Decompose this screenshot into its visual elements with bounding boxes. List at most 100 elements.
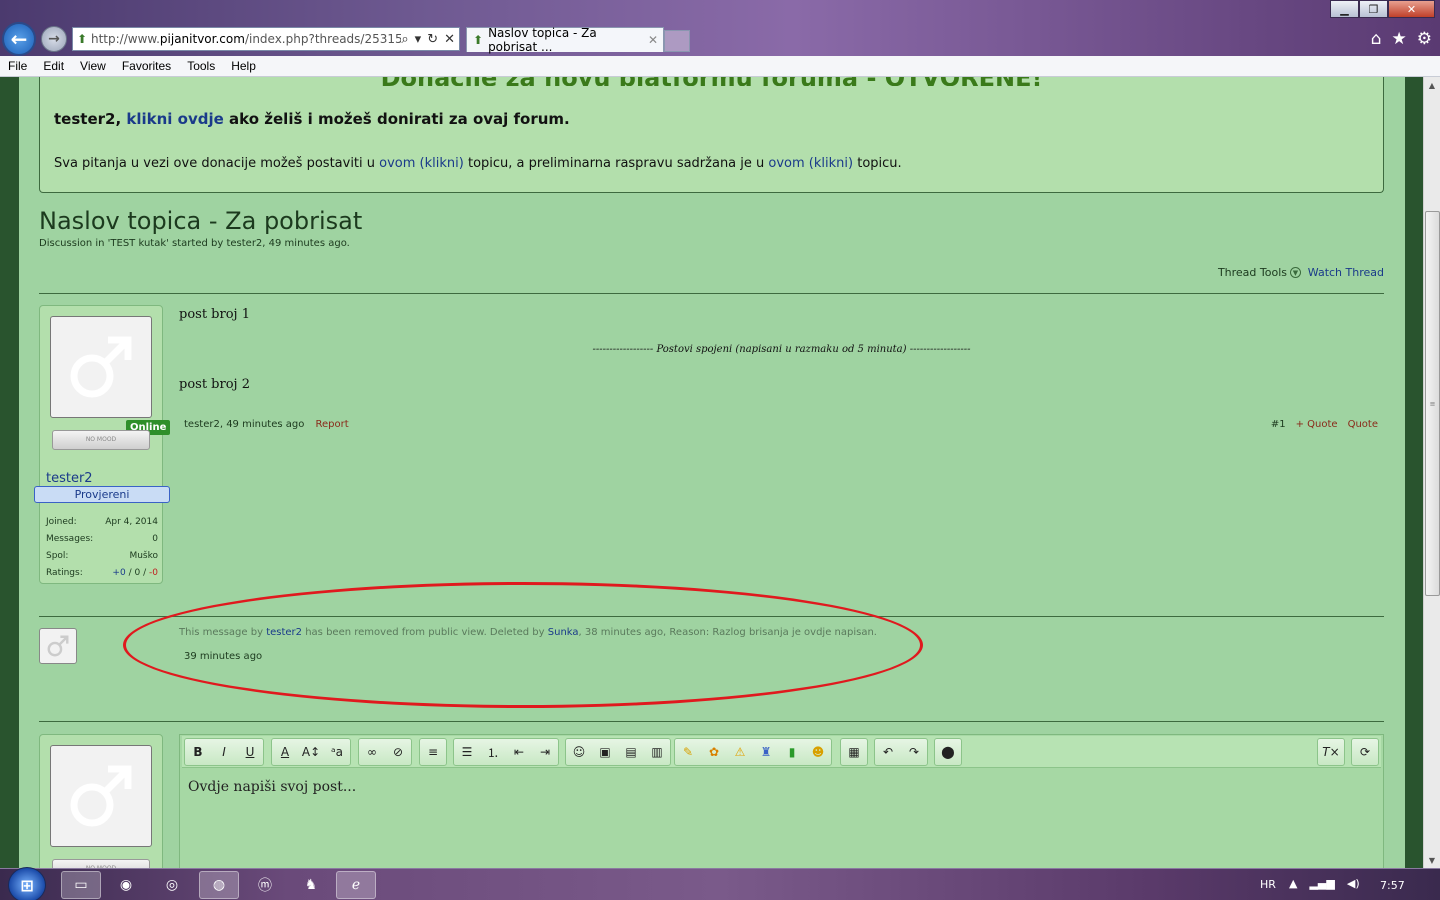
new-tab-button[interactable]	[664, 30, 690, 52]
post-text-2: post broj 2	[179, 377, 250, 392]
start-button[interactable]: ⊞	[8, 867, 46, 900]
menu-tools[interactable]: Tools	[179, 59, 223, 73]
link-icon[interactable]: ∞	[359, 739, 385, 765]
italic-icon[interactable]: I	[211, 739, 237, 765]
discussion-topic-link[interactable]: ovom (klikni)	[768, 156, 853, 171]
search-icon[interactable]: ⌕	[401, 32, 408, 47]
font-size-icon[interactable]: A↕	[298, 739, 324, 765]
address-bar[interactable]: ⬆ http://www.pijanitvor.com/index.php?th…	[72, 27, 460, 51]
page-viewport: Donacije za novu platformu foruma - OTVO…	[0, 77, 1423, 868]
deleted-post-author-link[interactable]: tester2	[266, 627, 302, 638]
editor-placeholder[interactable]: Ovdje napiši svoj post...	[188, 779, 356, 795]
unlink-icon[interactable]: ⊘	[385, 739, 411, 765]
stat-joined: Joined: Apr 4, 2014	[46, 517, 158, 527]
menu-view[interactable]: View	[72, 59, 114, 73]
undo-icon[interactable]: ↶	[875, 739, 901, 765]
menu-help[interactable]: Help	[223, 59, 264, 73]
text-color-icon[interactable]: A	[272, 739, 298, 765]
watch-thread-link[interactable]: Watch Thread	[1308, 266, 1384, 279]
reply-editor[interactable]: B I U A A↕ ᵃa ∞ ⊘ ≡ ☰ ⒈ ⇤ ⇥ ☺ ▣ ▤ ▥ ✎ ✿ …	[179, 734, 1384, 868]
refresh-icon[interactable]: ↻	[427, 32, 438, 47]
firefox-icon[interactable]: ◍	[199, 871, 239, 899]
language-indicator[interactable]: HR	[1260, 878, 1276, 891]
trophy-icon[interactable]: ♜	[753, 739, 779, 765]
stat-spol: Spol: Muško	[46, 551, 158, 561]
app-shield-icon[interactable]: ♞	[291, 871, 331, 899]
donate-link[interactable]: klikni ovdje	[126, 110, 223, 128]
redo-icon[interactable]: ↷	[901, 739, 927, 765]
toggle-bbcode-icon[interactable]: ⟳	[1352, 739, 1378, 765]
username-link[interactable]: tester2	[46, 471, 93, 486]
dropdown-chevron-icon[interactable]: ▾	[415, 32, 422, 47]
post-time[interactable]: tester2, 49 minutes ago	[184, 419, 304, 430]
window-titlebar: ▁ ❐ ✕ ← → ⬆ http://www.pijanitvor.com/in…	[0, 0, 1440, 56]
forward-button[interactable]: →	[41, 26, 67, 52]
remove-format-icon[interactable]: T×	[1318, 739, 1344, 765]
close-tab-icon[interactable]: ✕	[648, 33, 658, 47]
spoiler-icon[interactable]: ✎	[675, 739, 701, 765]
menu-file[interactable]: File	[0, 59, 35, 73]
deleted-post-avatar[interactable]	[39, 628, 77, 664]
messenger-icon[interactable]: ⓜ	[245, 871, 285, 899]
quote-link[interactable]: Quote	[1348, 419, 1378, 430]
network-signal-icon[interactable]: ▂▄▆	[1309, 877, 1334, 890]
deleted-post-time[interactable]: 39 minutes ago	[184, 651, 262, 662]
window-controls: ▁ ❐ ✕	[1330, 0, 1435, 18]
questions-topic-link[interactable]: ovom (klikni)	[379, 156, 464, 171]
media-icon[interactable]: ▤	[618, 739, 644, 765]
indent-icon[interactable]: ⇥	[532, 739, 558, 765]
tab-active[interactable]: ⬆ Naslov topica - Za pobrisat ... ✕	[466, 26, 664, 54]
favorites-star-icon[interactable]: ★	[1392, 29, 1407, 49]
tab-title: Naslov topica - Za pobrisat ...	[488, 26, 597, 54]
underline-icon[interactable]: U	[237, 739, 263, 765]
internet-explorer-icon[interactable]: ℯ	[336, 871, 376, 899]
chat-bubble-icon[interactable]: ▮	[779, 739, 805, 765]
save-draft-icon[interactable]: ▦	[841, 739, 867, 765]
close-window-button[interactable]: ✕	[1388, 0, 1435, 18]
chevron-down-icon: ▼	[1290, 267, 1301, 278]
quote-block-icon[interactable]: ▥	[644, 739, 670, 765]
file-explorer-icon[interactable]: ▭	[61, 871, 101, 899]
warning-icon[interactable]: ⚠	[727, 739, 753, 765]
smiley-icon[interactable]: ☺	[566, 739, 592, 765]
chrome-icon[interactable]: ◎	[152, 871, 192, 899]
numbered-list-icon[interactable]: ⒈	[480, 739, 506, 765]
donation-notice: Donacije za novu platformu foruma - OTVO…	[39, 77, 1384, 193]
stop-icon[interactable]: ✕	[444, 32, 455, 47]
menu-favorites[interactable]: Favorites	[114, 59, 179, 73]
home-icon[interactable]: ⌂	[1371, 29, 1382, 49]
scroll-down-icon[interactable]: ▼	[1424, 852, 1440, 868]
post-number-link[interactable]: #1	[1271, 419, 1286, 430]
avatar[interactable]	[50, 316, 152, 418]
map-pin-icon[interactable]: ⬤	[935, 739, 961, 765]
menu-bar: File Edit View Favorites Tools Help	[0, 56, 1440, 77]
vertical-scrollbar[interactable]: ▲ ≡ ▼	[1423, 77, 1440, 868]
puzzle-icon[interactable]: ✿	[701, 739, 727, 765]
menu-edit[interactable]: Edit	[35, 59, 72, 73]
multiquote-link[interactable]: + Quote	[1296, 419, 1338, 430]
scroll-up-icon[interactable]: ▲	[1424, 77, 1440, 93]
font-family-icon[interactable]: ᵃa	[324, 739, 350, 765]
settings-gear-icon[interactable]: ⚙	[1417, 29, 1432, 49]
bold-icon[interactable]: B	[185, 739, 211, 765]
report-link[interactable]: Report	[316, 419, 349, 430]
outdent-icon[interactable]: ⇤	[506, 739, 532, 765]
clock[interactable]: 7:57	[1380, 879, 1405, 892]
page-content: Donacije za novu platformu foruma - OTVO…	[19, 77, 1405, 868]
stat-ratings: Ratings: +0 / 0 / -0	[46, 568, 158, 578]
tray-expand-icon[interactable]: ▲	[1289, 877, 1297, 890]
network-globe-icon[interactable]: ◉	[106, 871, 146, 899]
restore-button[interactable]: ❐	[1359, 0, 1388, 18]
image-icon[interactable]: ▣	[592, 739, 618, 765]
taskbar: ⊞ ▭ ◉ ◎ ◍ ⓜ ♞ ℯ HR ▲ ▂▄▆ ◀) 7:57	[0, 867, 1440, 900]
deleted-by-user-link[interactable]: Sunka	[548, 627, 579, 638]
angry-smiley-icon[interactable]: ☻	[805, 739, 831, 765]
minimize-button[interactable]: ▁	[1330, 0, 1359, 18]
bullet-list-icon[interactable]: ☰	[454, 739, 480, 765]
align-icon[interactable]: ≡	[420, 739, 446, 765]
thread-tools-menu[interactable]: Thread Tools ▼	[1218, 266, 1301, 279]
address-url[interactable]: http://www.pijanitvor.com/index.php?thre…	[91, 32, 401, 46]
volume-icon[interactable]: ◀)	[1347, 877, 1360, 890]
back-button[interactable]: ←	[2, 22, 36, 56]
scroll-thumb[interactable]: ≡	[1425, 211, 1440, 596]
